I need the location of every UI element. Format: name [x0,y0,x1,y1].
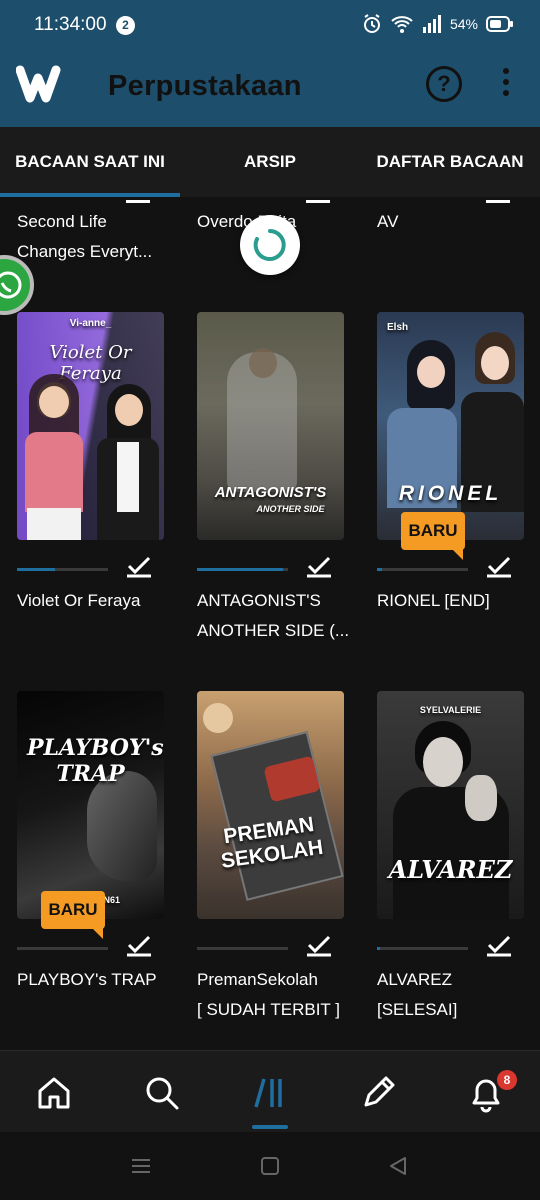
cover-title: PLAYBOY's TRAP [27,735,164,787]
home-icon[interactable] [34,1073,74,1113]
read-check-icon [127,935,151,957]
new-badge: BARU [401,512,465,560]
check-icon [126,197,150,203]
book-cover[interactable]: PLAYBOY's TRAP DN61 [17,691,164,919]
book-title[interactable]: AV [377,207,532,237]
book-cover[interactable]: ANTAGONIST'S ANOTHER SIDE [197,312,344,540]
status-notification-badge: 2 [116,16,135,35]
wattpad-logo-icon[interactable] [16,64,70,104]
reading-progress [377,947,468,950]
more-options-button[interactable] [496,68,516,104]
back-icon[interactable] [388,1156,408,1176]
reading-progress [197,568,288,571]
book-title[interactable]: ALVAREZ [377,965,532,995]
cover-title: ANTAGONIST'S [214,484,327,501]
book-cover[interactable]: SYELVALERIE ALVAREZ [377,691,524,919]
library-tabs: BACAAN SAAT INI ARSIP DAFTAR BACAAN [0,127,540,197]
read-check-icon [487,935,511,957]
reading-progress [17,947,108,950]
help-button[interactable]: ? [426,66,462,102]
notification-badge: 8 [497,1070,517,1090]
wifi-icon [391,16,413,33]
whatsapp-floating-icon[interactable] [0,255,34,315]
book-title[interactable]: PLAYBOY's TRAP [17,965,172,995]
cover-author: Vi-anne_ [69,318,112,329]
cover-title: RIONEL [398,482,503,505]
book-cover[interactable]: Elsh RIONEL [377,312,524,540]
cover-author: Elsh [387,322,409,333]
tab-reading-list[interactable]: DAFTAR BACAAN [360,127,540,197]
read-check-icon [127,556,151,578]
battery-icon [486,16,513,32]
read-check-icon [487,556,511,578]
book-cover[interactable]: PREMAN SEKOLAH [197,691,344,919]
book-title[interactable]: Violet Or Feraya [17,586,172,616]
library-icon[interactable] [250,1073,290,1113]
page-title: Perpustakaan [108,70,302,102]
read-check-icon [307,935,331,957]
read-check-icon [307,556,331,578]
book-title[interactable]: Changes Everyt... [17,237,172,267]
alarm-icon [363,14,380,33]
book-cover[interactable]: Vi-anne_ Violet Or Feraya [17,312,164,540]
reading-progress [377,568,468,571]
active-nav-indicator [252,1125,288,1129]
signal-icon [422,15,441,33]
reading-progress [197,947,288,950]
app-bar: Perpustakaan ? [0,44,540,127]
book-title[interactable]: ANTAGONIST'S [197,586,352,616]
cover-subtitle: ANOTHER SIDE [256,504,325,514]
question-icon: ? [437,71,451,96]
book-title[interactable]: PremanSekolah [197,965,352,995]
book-title[interactable]: ANOTHER SIDE (... [197,616,352,646]
status-time: 11:34:00 [34,14,107,35]
system-navigation-bar [0,1132,540,1200]
new-badge: BARU [41,891,105,939]
status-bar: 11:34:00 2 54% [0,0,540,44]
check-icon [306,197,330,203]
book-title[interactable]: [ SUDAH TERBIT ] [197,995,352,1025]
battery-percent: 54% [449,16,478,32]
search-icon[interactable] [142,1073,182,1113]
home-system-icon[interactable] [260,1156,280,1176]
status-icons: 54% [362,12,514,36]
check-icon [486,197,510,203]
write-icon[interactable] [358,1073,398,1113]
cover-title: ALVAREZ [388,855,513,884]
cover-author: SYELVALERIE [419,705,482,715]
cover-author: DN61 [97,895,121,905]
book-title[interactable]: Second Life [17,207,172,237]
recents-icon[interactable] [130,1156,152,1176]
loading-spinner [240,215,300,275]
reading-progress [17,568,108,571]
bottom-navigation: 8 [0,1050,540,1132]
tab-archive[interactable]: ARSIP [180,127,360,197]
tab-current-reads[interactable]: BACAAN SAAT INI [0,127,180,197]
book-title[interactable]: [SELESAI] [377,995,532,1025]
book-title[interactable]: RIONEL [END] [377,586,532,616]
book-grid: Second Life Changes Everyt... Overdo Bhi… [0,197,540,1050]
